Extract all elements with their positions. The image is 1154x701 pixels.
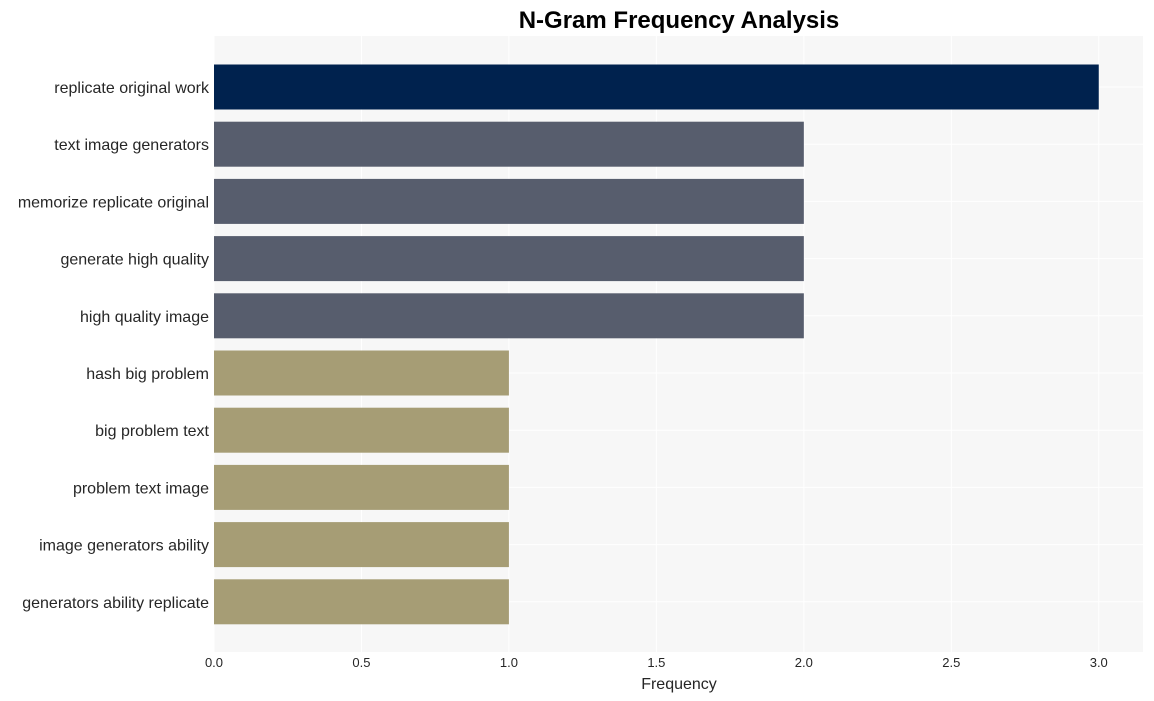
y-tick-label: image generators ability — [39, 538, 209, 555]
x-tick-label: 2.5 — [942, 655, 960, 670]
chart-title: N-Gram Frequency Analysis — [519, 7, 840, 34]
x-tick-label: 3.0 — [1090, 655, 1108, 670]
bar — [214, 579, 509, 625]
bar — [214, 350, 509, 396]
y-tick-label: replicate original work — [54, 80, 210, 97]
x-tick-label: 1.0 — [500, 655, 518, 670]
bar — [214, 64, 1099, 110]
x-axis-label: Frequency — [641, 676, 717, 693]
y-tick-label: high quality image — [80, 309, 209, 326]
y-tick-label: memorize replicate original — [18, 194, 209, 211]
y-tick-label: big problem text — [95, 423, 209, 440]
y-tick-label: text image generators — [54, 137, 209, 154]
y-tick-label: problem text image — [73, 480, 209, 497]
bar — [214, 293, 804, 339]
bar — [214, 178, 804, 224]
bar — [214, 522, 509, 568]
y-tick-label: hash big problem — [86, 366, 209, 383]
ngram-bar-chart: replicate original work text image genera… — [18, 7, 1143, 693]
x-tick-label: 1.5 — [647, 655, 665, 670]
x-tick-label: 0.5 — [352, 655, 370, 670]
bar — [214, 407, 509, 453]
y-tick-label: generators ability replicate — [22, 595, 209, 612]
bar — [214, 121, 804, 167]
bar — [214, 236, 804, 282]
x-axis-ticks: 0.0 0.5 1.0 1.5 2.0 2.5 3.0 — [205, 655, 1108, 670]
y-axis-labels: replicate original work text image genera… — [18, 80, 210, 612]
y-tick-label: generate high quality — [60, 252, 209, 269]
x-tick-label: 2.0 — [795, 655, 813, 670]
x-tick-label: 0.0 — [205, 655, 223, 670]
bar — [214, 464, 509, 510]
